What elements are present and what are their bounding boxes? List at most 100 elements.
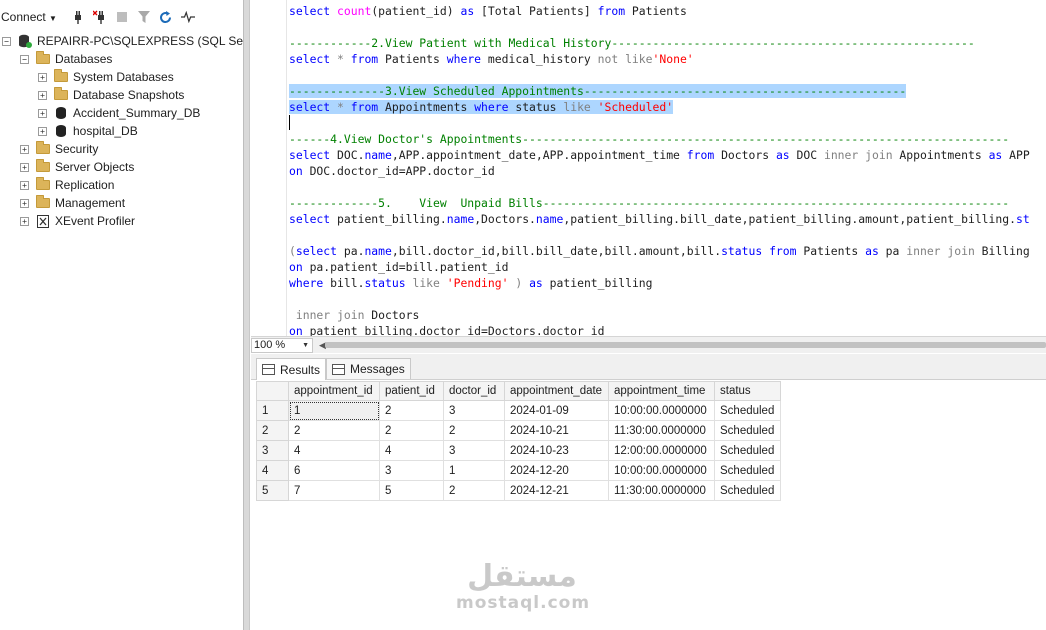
grid-cell[interactable]: 3 bbox=[443, 440, 505, 461]
row-number[interactable]: 1 bbox=[256, 400, 289, 421]
horizontal-scrollbar[interactable] bbox=[325, 342, 1046, 348]
grid-cell[interactable]: 1 bbox=[288, 400, 380, 421]
tree-item-system-databases[interactable]: + System Databases bbox=[38, 68, 174, 86]
tree-item-server-objects[interactable]: + Server Objects bbox=[20, 158, 134, 176]
tree-item-database-snapshots[interactable]: + Database Snapshots bbox=[38, 86, 184, 104]
column-header[interactable]: patient_id bbox=[379, 381, 444, 401]
connect-plug-icon[interactable] bbox=[71, 10, 85, 24]
disconnect-plug-icon[interactable] bbox=[92, 10, 107, 24]
grid-cell[interactable]: 2 bbox=[288, 420, 380, 441]
database-icon bbox=[53, 106, 69, 120]
tree-item-hospital-db[interactable]: + hospital_DB bbox=[38, 122, 138, 140]
code-line-selected: select * from Appointments where status … bbox=[289, 100, 674, 114]
messages-icon bbox=[332, 363, 345, 375]
column-header[interactable]: appointment_date bbox=[504, 381, 609, 401]
column-header[interactable]: appointment_id bbox=[288, 381, 380, 401]
grid-cell[interactable]: 2024-12-21 bbox=[504, 480, 609, 501]
grid-cell[interactable]: 1 bbox=[443, 460, 505, 481]
tree-item-server[interactable]: − REPAIRR-PC\SQLEXPRESS (SQL Server bbox=[2, 32, 243, 50]
panel-splitter[interactable] bbox=[243, 0, 250, 630]
grid-cell[interactable]: 11:30:00.0000000 bbox=[608, 480, 715, 501]
grid-cell[interactable]: 4 bbox=[379, 440, 444, 461]
grid-cell[interactable]: 6 bbox=[288, 460, 380, 481]
tree-item-databases[interactable]: − Databases bbox=[20, 50, 112, 68]
tab-results[interactable]: Results bbox=[256, 358, 327, 380]
grid-cell[interactable]: Scheduled bbox=[714, 400, 781, 421]
row-number[interactable]: 4 bbox=[256, 460, 289, 481]
code-comment-line: ------------2.View Patient with Medical … bbox=[289, 36, 975, 50]
grid-icon bbox=[262, 364, 275, 375]
code-line: (select pa.name,bill.doctor_id,bill.bill… bbox=[289, 244, 1030, 258]
row-number[interactable]: 5 bbox=[256, 480, 289, 501]
table-row[interactable]: 5 7 5 2 2024-12-21 11:30:00.0000000 Sche… bbox=[256, 480, 781, 501]
folder-icon bbox=[35, 177, 51, 192]
expand-icon[interactable]: + bbox=[20, 144, 29, 154]
grid-cell[interactable]: 11:30:00.0000000 bbox=[608, 420, 715, 441]
grid-cell[interactable]: Scheduled bbox=[714, 460, 781, 481]
grid-cell[interactable]: 4 bbox=[288, 440, 380, 461]
tree-item-replication[interactable]: + Replication bbox=[20, 176, 114, 194]
grid-cell[interactable]: 2 bbox=[379, 420, 444, 441]
grid-cell[interactable]: 10:00:00.0000000 bbox=[608, 460, 715, 481]
server-icon bbox=[17, 34, 33, 48]
grid-cell[interactable]: 7 bbox=[288, 480, 380, 501]
grid-cell[interactable]: 3 bbox=[379, 460, 444, 481]
code-line: on patient_billing.doctor_id=Doctors.doc… bbox=[289, 324, 605, 336]
tree-item-label: Database Snapshots bbox=[73, 88, 185, 102]
expand-icon[interactable]: + bbox=[20, 198, 29, 208]
refresh-icon[interactable] bbox=[159, 10, 173, 24]
text-caret bbox=[289, 115, 290, 130]
expand-icon[interactable]: + bbox=[20, 216, 29, 226]
expand-icon[interactable]: + bbox=[38, 72, 47, 82]
grid-cell[interactable]: Scheduled bbox=[714, 440, 781, 461]
table-row[interactable]: 2 2 2 2 2024-10-21 11:30:00.0000000 Sche… bbox=[256, 420, 781, 441]
tree-item-xevent-profiler[interactable]: + XEvent Profiler bbox=[20, 212, 135, 230]
expand-icon[interactable]: + bbox=[38, 90, 47, 100]
grid-cell[interactable]: Scheduled bbox=[714, 480, 781, 501]
grid-cell[interactable]: 5 bbox=[379, 480, 444, 501]
grid-cell[interactable]: 2024-12-20 bbox=[504, 460, 609, 481]
grid-cell[interactable]: 2024-10-23 bbox=[504, 440, 609, 461]
grid-cell[interactable]: 2024-10-21 bbox=[504, 420, 609, 441]
expand-icon[interactable]: + bbox=[20, 180, 29, 190]
tree-item-label: hospital_DB bbox=[73, 124, 138, 138]
table-row[interactable]: 3 4 4 3 2024-10-23 12:00:00.0000000 Sche… bbox=[256, 440, 781, 461]
grid-cell[interactable]: 2 bbox=[379, 400, 444, 421]
collapse-icon[interactable]: − bbox=[2, 36, 11, 46]
results-grid[interactable]: appointment_id patient_id doctor_id appo… bbox=[256, 381, 781, 501]
tree-item-security[interactable]: + Security bbox=[20, 140, 98, 158]
grid-cell[interactable]: 2 bbox=[443, 480, 505, 501]
tree-item-accident-summary-db[interactable]: + Accident_Summary_DB bbox=[38, 104, 200, 122]
grid-cell[interactable]: Scheduled bbox=[714, 420, 781, 441]
row-number[interactable]: 2 bbox=[256, 420, 289, 441]
server-label: REPAIRR-PC\SQLEXPRESS (SQL Server bbox=[37, 34, 243, 48]
connect-button[interactable]: Connect ▼ bbox=[0, 10, 57, 24]
grid-cell[interactable]: 12:00:00.0000000 bbox=[608, 440, 715, 461]
folder-icon bbox=[53, 87, 69, 102]
collapse-icon[interactable]: − bbox=[20, 54, 29, 64]
expand-icon[interactable]: + bbox=[20, 162, 29, 172]
grid-cell[interactable]: 3 bbox=[443, 400, 505, 421]
filter-icon[interactable] bbox=[137, 10, 151, 24]
column-header[interactable]: status bbox=[714, 381, 781, 401]
tree-item-label: Management bbox=[55, 196, 126, 210]
tree-item-management[interactable]: + Management bbox=[20, 194, 125, 212]
column-header[interactable]: appointment_time bbox=[608, 381, 715, 401]
grid-cell[interactable]: 10:00:00.0000000 bbox=[608, 400, 715, 421]
expand-icon[interactable]: + bbox=[38, 108, 47, 118]
expand-icon[interactable]: + bbox=[38, 126, 47, 136]
grid-cell[interactable]: 2024-01-09 bbox=[504, 400, 609, 421]
zoom-select[interactable]: 100 % ▼ bbox=[251, 337, 313, 353]
tree-item-label: Server Objects bbox=[55, 160, 135, 174]
table-row[interactable]: 4 6 3 1 2024-12-20 10:00:00.0000000 Sche… bbox=[256, 460, 781, 481]
row-number-header[interactable] bbox=[256, 381, 289, 401]
activity-monitor-icon[interactable] bbox=[180, 10, 195, 24]
code-line: on DOC.doctor_id=APP.doctor_id bbox=[289, 164, 495, 178]
query-editor[interactable]: select count(patient_id) as [Total Patie… bbox=[251, 0, 1046, 336]
grid-cell[interactable]: 2 bbox=[443, 420, 505, 441]
tab-messages[interactable]: Messages bbox=[326, 358, 411, 379]
column-header[interactable]: doctor_id bbox=[443, 381, 505, 401]
table-row[interactable]: 1 1 2 3 2024-01-09 10:00:00.0000000 Sche… bbox=[256, 400, 781, 421]
stop-icon[interactable] bbox=[115, 10, 129, 24]
row-number[interactable]: 3 bbox=[256, 440, 289, 461]
